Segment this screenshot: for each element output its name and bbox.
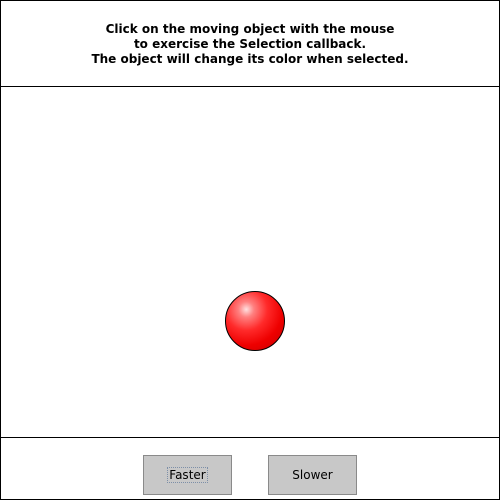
slower-button-label: Slower (292, 468, 333, 482)
slower-button[interactable]: Slower (268, 455, 357, 495)
moving-sphere[interactable] (225, 291, 285, 351)
instruction-line-2: to exercise the Selection callback. (133, 37, 367, 51)
applet-window: Click on the moving object with the mous… (0, 0, 500, 500)
instruction-line-3: The object will change its color when se… (91, 52, 409, 66)
faster-button-label: Faster (167, 467, 208, 483)
instructions-panel: Click on the moving object with the mous… (1, 1, 499, 87)
speed-controls: Faster Slower (1, 437, 499, 499)
scene-canvas[interactable] (1, 88, 499, 437)
instruction-line-1: Click on the moving object with the mous… (105, 22, 395, 36)
faster-button[interactable]: Faster (143, 455, 232, 495)
